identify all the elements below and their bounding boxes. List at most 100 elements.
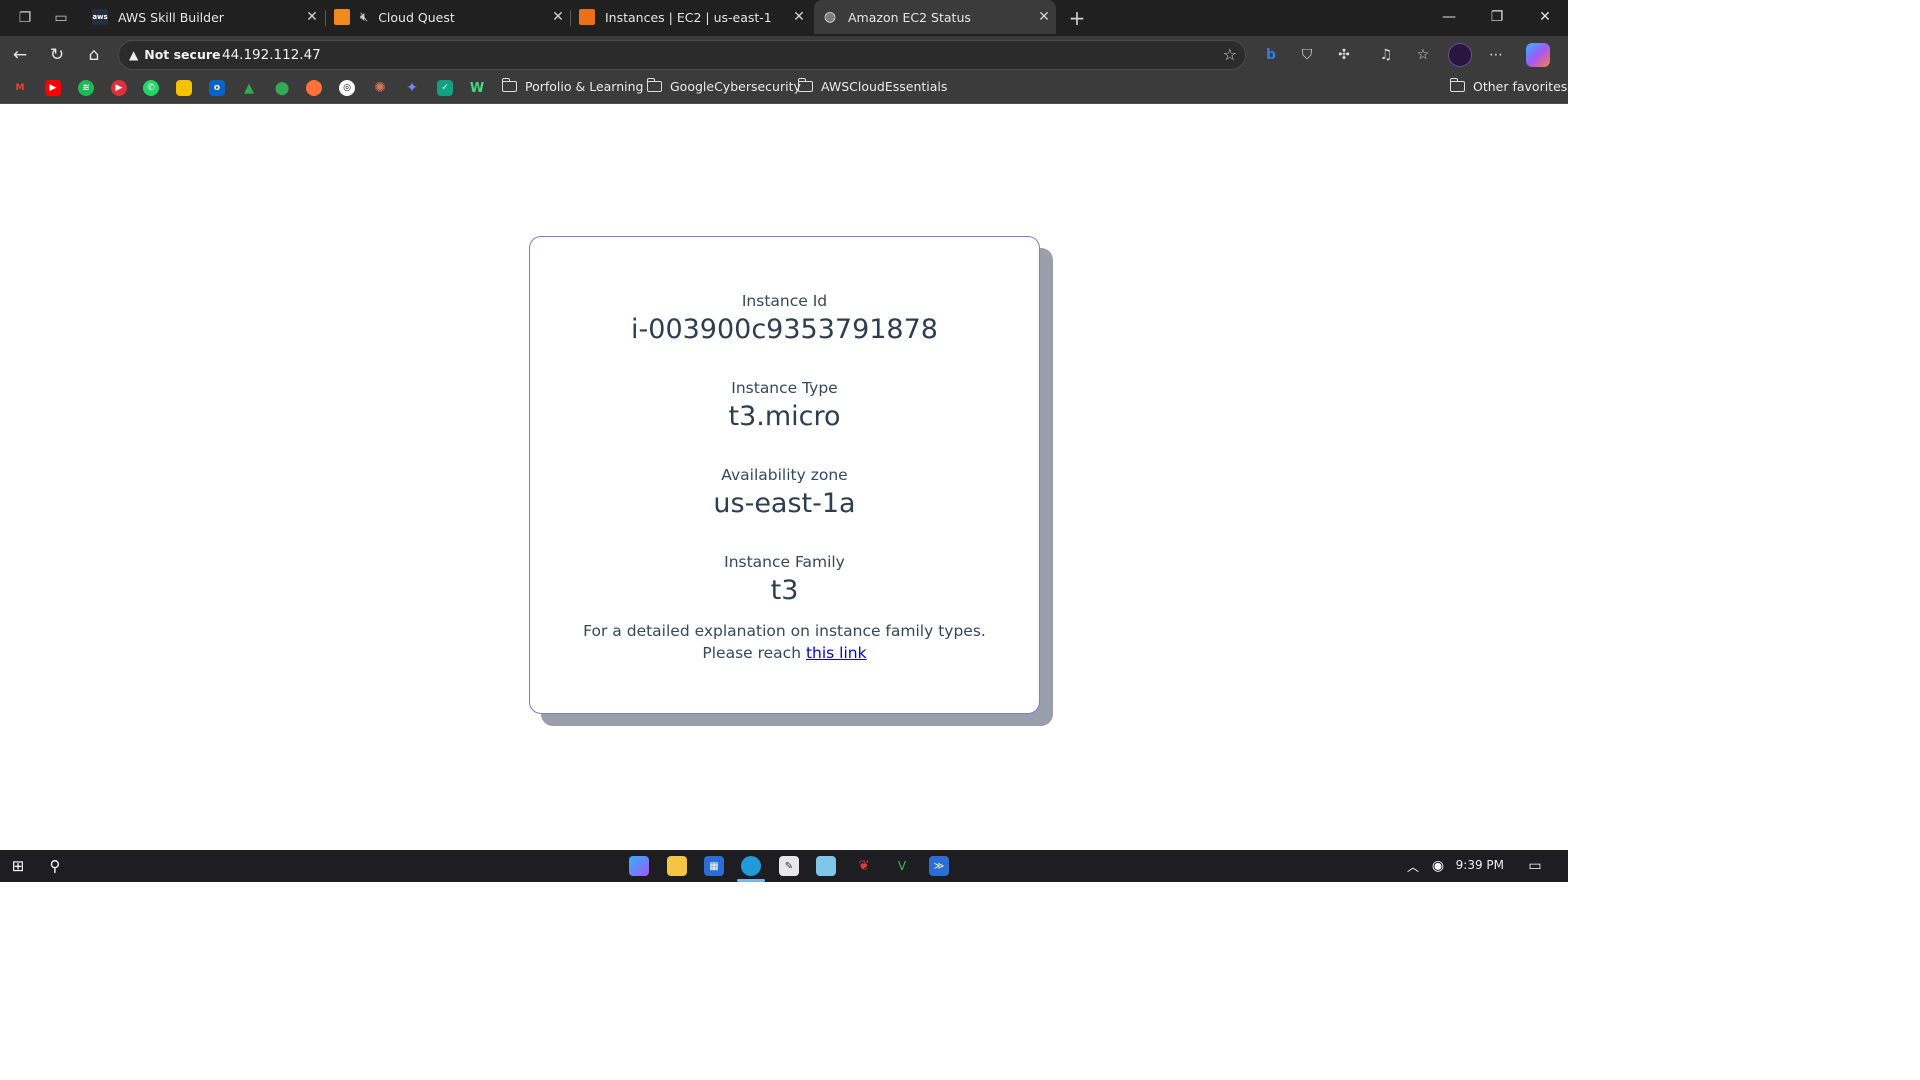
show-hidden-icons-icon[interactable]: ︿ [1403,856,1423,876]
minimize-icon[interactable]: — [1426,0,1472,34]
google-drive-icon[interactable]: ▲ [241,80,257,96]
tab-ec2-instances[interactable]: Instances | EC2 | us-east-1 ✕ [571,0,811,34]
tab-aws-skill-builder[interactable]: aws AWS Skill Builder ✕ [84,0,324,34]
notifications-icon[interactable]: ▭ [1525,856,1545,876]
folder-icon [797,78,813,92]
folder-label: Porfolio & Learning [525,79,644,94]
field-label: Instance Family [724,553,845,571]
tab-cloud-quest[interactable]: 🔇︎ Cloud Quest ✕ [326,0,570,34]
bookmarks-bar: M ▶ ≋ ▶ ✆ o ▲ ⬤ ◎ ✺ ✦ ✓ W Porfolio & Lea… [0,72,1568,104]
restore-icon[interactable]: ❐ [1474,0,1520,34]
notepad-icon[interactable]: ✎ [779,856,799,876]
whatsapp-icon[interactable]: ✆ [143,80,159,96]
instance-family-note: For a detailed explanation on instance f… [530,620,1039,664]
snipping-tool-icon[interactable] [816,856,836,876]
windows-taskbar: ⊞ ⚲ ▦ ✎ ❦ V ≫ ︿ ◉ 9:39 PM ▭ [0,850,1568,882]
powershell-icon[interactable]: ≫ [929,856,949,876]
cherry-app-icon[interactable]: ❦ [854,856,874,876]
availability-zone-field: Availability zone us-east-1a [530,466,1039,519]
favorite-star-icon[interactable]: ☆ [1223,45,1237,64]
close-tab-icon[interactable]: ✕ [1032,9,1056,25]
ec2-icon [579,9,595,25]
microsoft-store-icon[interactable]: ▦ [704,856,724,876]
media-control-icon[interactable]: ♫ [1374,43,1398,67]
copilot-taskbar-icon[interactable] [629,856,649,876]
address-bar[interactable]: ▲ Not secure 44.192.112.47 ☆ [118,40,1246,70]
folder-label: AWSCloudEssentials [821,79,948,94]
shield-icon[interactable]: ⛉ [1295,43,1319,67]
muted-speaker-icon[interactable]: 🔇︎ [360,10,368,25]
close-tab-icon[interactable]: ✕ [546,9,570,25]
youtube-icon[interactable]: ▶ [45,80,61,96]
vertical-tabs-icon[interactable]: ▭ [50,7,72,29]
globe-icon: ◍ [823,9,837,25]
folder-label: GoogleCybersecurity [670,79,801,94]
refresh-icon[interactable]: ↻ [44,42,70,68]
folder-icon [501,78,517,92]
url-text[interactable]: 44.192.112.47 [222,47,321,63]
field-value: us-east-1a [713,488,856,519]
site-security-indicator[interactable]: ▲ Not secure [129,47,220,62]
warning-icon: ▲ [129,47,139,62]
tab-label: Amazon EC2 Status [848,9,971,25]
windows-start-icon[interactable]: ⊞ [8,856,28,876]
close-tab-icon[interactable]: ✕ [300,9,324,25]
instance-family-field: Instance Family t3 [530,553,1039,606]
instance-family-link[interactable]: this link [806,644,867,662]
tab-label: Cloud Quest [378,9,455,25]
file-explorer-icon[interactable] [667,856,687,876]
address-toolbar: ← ↻ ⌂ ▲ Not secure 44.192.112.47 ☆ b ⛉ ✣… [0,36,1568,72]
tab-label: Instances | EC2 | us-east-1 [605,9,772,25]
cloud-quest-icon [334,9,350,25]
home-icon[interactable]: ⌂ [81,42,107,68]
field-value: t3 [770,575,799,606]
close-window-icon[interactable]: ✕ [1522,0,1568,34]
bookmark-folder-awscloudessentials[interactable]: AWSCloudEssentials [797,78,948,94]
other-favorites-folder[interactable]: Other favorites [1449,78,1568,94]
chart-app-icon[interactable]: ✓ [437,80,453,96]
bookmark-folder-googlecybersecurity[interactable]: GoogleCybersecurity [646,78,801,94]
more-options-icon[interactable]: ⋯ [1484,43,1508,67]
search-icon[interactable]: ⚲ [45,856,65,876]
tab-amazon-ec2-status[interactable]: ◍ Amazon EC2 Status ✕ [814,0,1056,34]
bing-icon[interactable]: b [1259,43,1283,67]
active-app-indicator [737,879,765,882]
claude-icon[interactable]: ✺ [372,80,388,96]
browser-tab-strip: ❐ ▭ aws AWS Skill Builder ✕ 🔇︎ Cloud Que… [0,0,1568,36]
google-maps-icon[interactable]: ⬤ [274,80,290,96]
not-secure-label: Not secure [144,47,221,62]
gemini-icon[interactable]: ✦ [404,80,420,96]
firefox-icon[interactable] [306,80,322,96]
instance-id-field: Instance Id i-003900c9353791878 [530,292,1039,345]
field-label: Instance Id [741,292,828,310]
edge-taskbar-icon[interactable] [741,856,761,876]
google-keep-icon[interactable] [176,80,192,96]
new-tab-icon[interactable]: + [1066,6,1088,30]
workspaces-icon[interactable]: ❐ [14,7,36,29]
bookmark-app-icon[interactable]: W [469,80,485,96]
spotify-icon[interactable]: ≋ [78,80,94,96]
profile-avatar-icon[interactable] [1448,43,1472,67]
folder-label: Other favorites [1473,79,1568,94]
tab-label: AWS Skill Builder [118,9,224,25]
field-value: i-003900c9353791878 [631,314,938,345]
bookmark-folder-portfolio[interactable]: Porfolio & Learning [501,78,644,94]
note-line: Please reach this link [530,642,1039,664]
extensions-icon[interactable]: ✣ [1332,43,1356,67]
copilot-icon[interactable] [1526,43,1550,67]
favorites-icon[interactable]: ☆ [1411,43,1435,67]
back-arrow-icon[interactable]: ← [7,42,33,68]
system-tray-status-icon[interactable]: ◉ [1428,856,1448,876]
outlook-icon[interactable]: o [209,80,225,96]
instance-type-field: Instance Type t3.micro [530,379,1039,432]
chatgpt-icon[interactable]: ◎ [339,80,355,96]
youtube-music-icon[interactable]: ▶ [111,80,127,96]
field-label: Instance Type [731,379,838,397]
vs-code-icon[interactable]: V [892,856,912,876]
taskbar-clock[interactable]: 9:39 PM [1456,858,1504,872]
gmail-icon[interactable]: M [12,80,28,96]
close-tab-icon[interactable]: ✕ [787,9,811,25]
folder-icon [1449,78,1465,92]
field-label: Availability zone [721,466,848,484]
folder-icon [646,78,662,92]
